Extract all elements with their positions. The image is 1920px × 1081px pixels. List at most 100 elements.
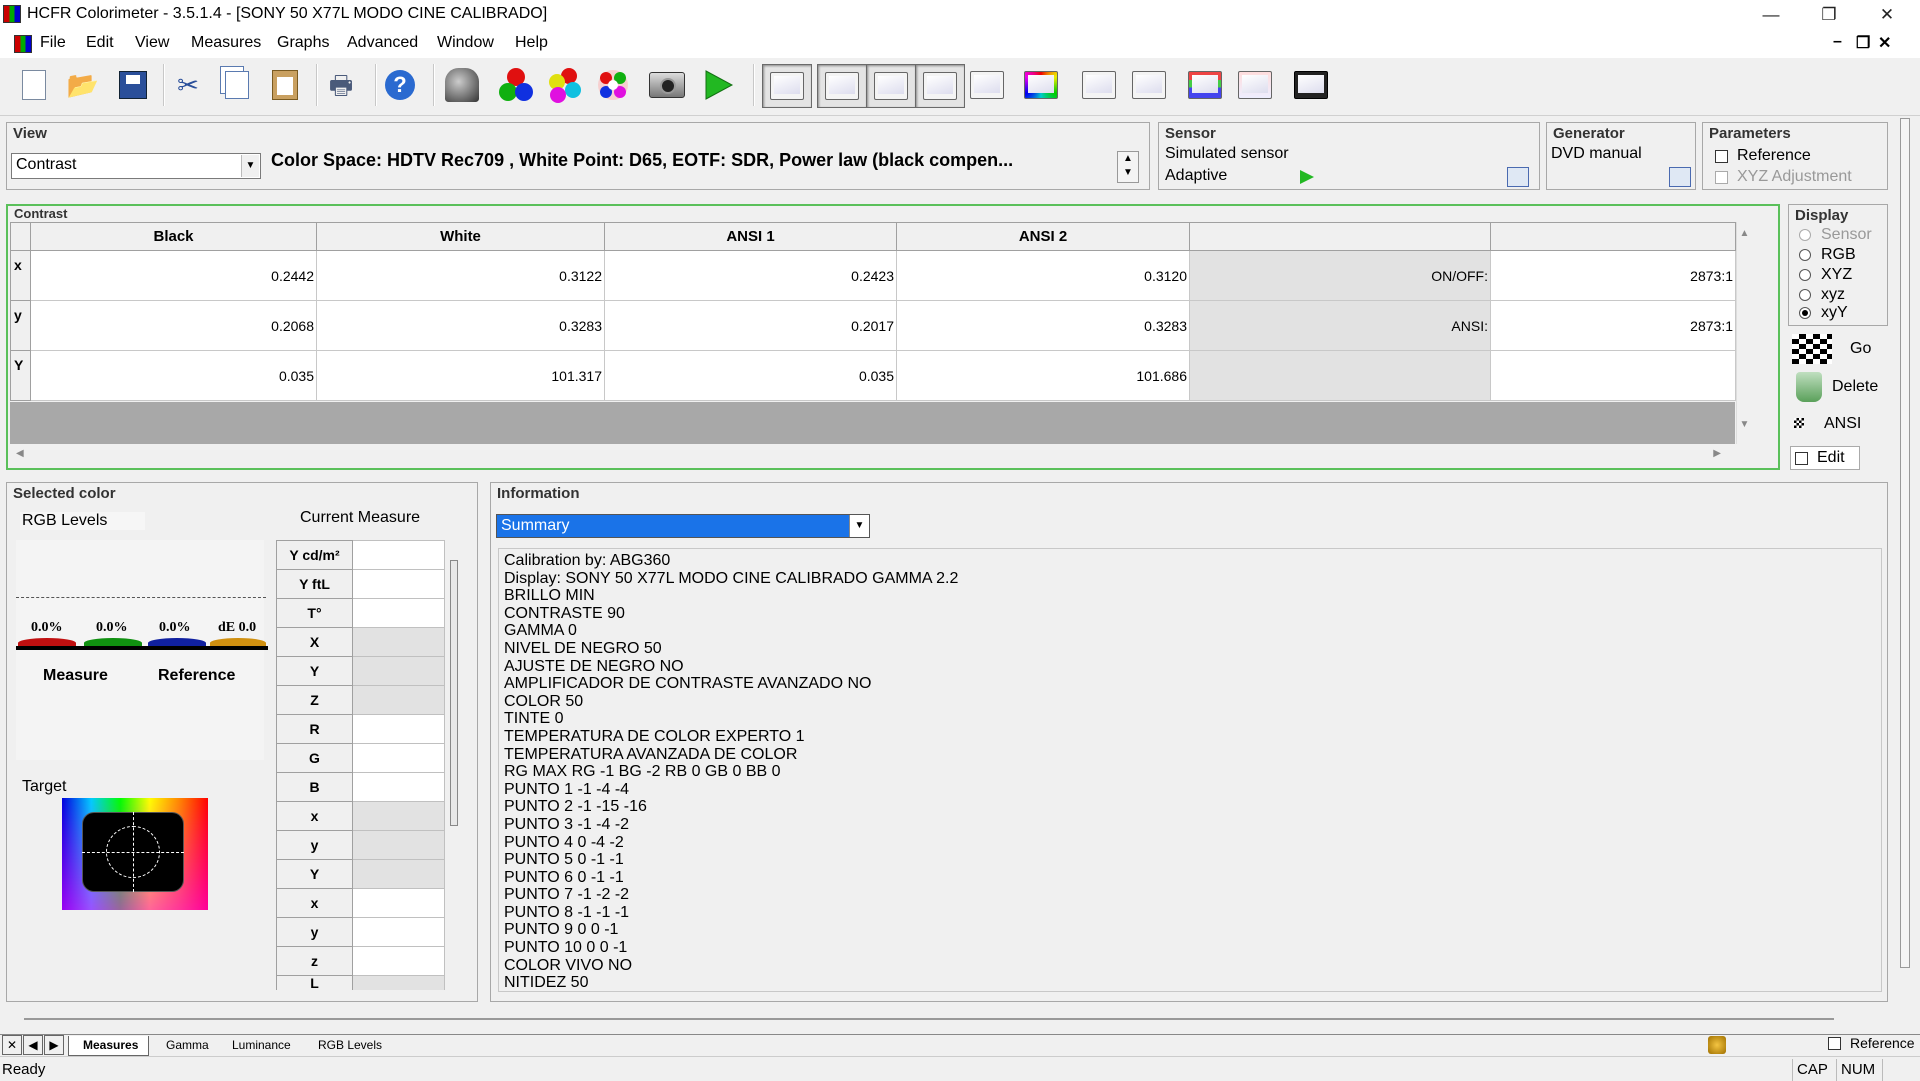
view-monitor-8-icon[interactable] [1130, 66, 1168, 104]
table-row: Y 0.035 101.317 0.035 101.686 [10, 350, 1736, 401]
table-cell[interactable]: 0.3283 [316, 300, 605, 351]
view-monitor-1-icon[interactable] [762, 64, 812, 108]
view-monitor-2-icon[interactable] [817, 64, 867, 108]
print-icon[interactable]: 🖶 [322, 66, 360, 104]
menu-window[interactable]: Window [437, 34, 494, 52]
table-cell [1490, 350, 1736, 401]
sensor-icon[interactable] [443, 66, 481, 104]
information-select[interactable]: Summary ▼ [496, 514, 870, 538]
cie-chart-icon[interactable] [1022, 66, 1060, 104]
column-header[interactable]: Black [30, 222, 317, 251]
bottom-reference-checkbox[interactable] [1828, 1037, 1841, 1050]
table-cell[interactable]: 0.035 [30, 350, 317, 401]
film-icon[interactable] [1292, 66, 1330, 104]
mdi-minimize-button[interactable]: – [1833, 33, 1842, 51]
view-monitor-5-icon[interactable] [968, 66, 1006, 104]
generator-configure-icon[interactable] [1669, 167, 1691, 187]
new-icon[interactable] [15, 66, 53, 104]
copy-icon[interactable] [218, 66, 256, 104]
grid-vertical-scrollbar[interactable]: ▲ ▼ [1736, 222, 1752, 444]
prev-tab-button[interactable]: ◀ [23, 1035, 43, 1055]
open-icon[interactable]: 📂 [64, 66, 102, 104]
next-tab-button[interactable]: ▶ [44, 1035, 64, 1055]
current-measure-label: Current Measure [300, 509, 421, 526]
info-line: AMPLIFICADOR DE CONTRASTE AVANZADO NO [504, 675, 872, 693]
display-radio-xyz-lower[interactable] [1799, 289, 1811, 301]
table-cell[interactable]: 0.3120 [896, 250, 1190, 301]
menu-edit[interactable]: Edit [86, 34, 114, 52]
row-header: x [10, 250, 31, 301]
column-header[interactable] [1490, 222, 1736, 251]
display-radio-rgb[interactable] [1799, 249, 1811, 261]
mdi-doc-icon[interactable] [14, 35, 32, 53]
column-header[interactable]: ANSI 2 [896, 222, 1190, 251]
description-spin[interactable]: ▲ ▼ [1117, 151, 1139, 183]
table-cell[interactable]: 0.2017 [604, 300, 897, 351]
view-monitor-4-icon[interactable] [915, 64, 965, 108]
display-radio-xyz-upper[interactable] [1799, 269, 1811, 281]
table-cell[interactable]: 101.686 [896, 350, 1190, 401]
table-cell[interactable]: 0.2068 [30, 300, 317, 351]
help-icon[interactable]: ? [381, 66, 419, 104]
view-select[interactable]: Contrast ▼ [11, 153, 261, 179]
reference-checkbox[interactable] [1715, 150, 1728, 163]
cut-icon[interactable]: ✂ [169, 66, 207, 104]
go-button[interactable]: Go [1788, 332, 1888, 366]
info-line: AJUSTE DE NEGRO NO [504, 657, 684, 675]
menu-graphs[interactable]: Graphs [277, 34, 329, 52]
delete-button[interactable]: Delete [1788, 370, 1888, 404]
primaries-icon[interactable] [497, 66, 535, 104]
table-cell[interactable]: 0.2423 [604, 250, 897, 301]
close-button[interactable]: ✕ [1858, 0, 1916, 30]
gamma-curve-icon[interactable] [1236, 66, 1274, 104]
mdi-restore-button[interactable]: ❐ [1856, 33, 1870, 53]
tab-gamma[interactable]: Gamma [152, 1036, 219, 1056]
tab-luminance[interactable]: Luminance [218, 1036, 301, 1056]
measure-scrollbar[interactable] [450, 560, 458, 826]
main-vertical-scrollbar[interactable] [1900, 118, 1910, 968]
display-radio-xyy[interactable] [1799, 307, 1811, 319]
camera-icon[interactable] [648, 66, 686, 104]
play-icon[interactable] [1299, 169, 1315, 185]
mdi-close-button[interactable]: ✕ [1878, 33, 1891, 53]
restore-button[interactable]: ❐ [1800, 0, 1858, 30]
tab-measures[interactable]: Measures [68, 1036, 150, 1056]
row-header: y [10, 300, 31, 351]
save-icon[interactable] [114, 66, 152, 104]
sensor-name: Simulated sensor [1165, 145, 1289, 162]
edit-checkbox[interactable] [1795, 452, 1808, 465]
table-cell[interactable]: 0.3122 [316, 250, 605, 301]
menu-help[interactable]: Help [515, 34, 548, 52]
table-cell[interactable]: 0.3283 [896, 300, 1190, 351]
saturation-icon[interactable] [594, 66, 632, 104]
display-radio-sensor[interactable] [1799, 229, 1811, 241]
ansi-button[interactable]: ANSI [1788, 408, 1888, 440]
column-header[interactable]: White [316, 222, 605, 251]
edit-toggle[interactable]: Edit [1790, 446, 1860, 470]
table-cell[interactable]: 0.035 [604, 350, 897, 401]
sensor-configure-icon[interactable] [1507, 167, 1529, 187]
main-horizontal-scrollbar[interactable] [24, 1018, 1834, 1020]
column-header[interactable]: ANSI 1 [604, 222, 897, 251]
minimize-button[interactable]: — [1742, 0, 1800, 30]
rgb-levels-icon[interactable] [1186, 66, 1224, 104]
play-icon[interactable] [700, 66, 738, 104]
table-cell[interactable]: 0.2442 [30, 250, 317, 301]
menu-measures[interactable]: Measures [191, 34, 261, 52]
close-tab-button[interactable]: ✕ [2, 1035, 22, 1055]
go-label: Go [1850, 340, 1872, 357]
view-monitor-7-icon[interactable] [1080, 66, 1118, 104]
measure-cell [352, 656, 445, 686]
paste-icon[interactable] [266, 66, 304, 104]
menu-advanced[interactable]: Advanced [347, 34, 418, 52]
target-color-swatch [62, 798, 208, 910]
tab-rgb-levels[interactable]: RGB Levels [304, 1036, 392, 1056]
grid-horizontal-scrollbar[interactable]: ◀ ▶ [10, 446, 1735, 462]
column-header[interactable] [1189, 222, 1491, 251]
xyz-adjustment-checkbox[interactable] [1715, 171, 1728, 184]
menu-file[interactable]: File [40, 34, 66, 52]
menu-view[interactable]: View [135, 34, 169, 52]
table-cell[interactable]: 101.317 [316, 350, 605, 401]
view-monitor-3-icon[interactable] [866, 64, 916, 108]
secondaries-icon[interactable] [545, 66, 583, 104]
